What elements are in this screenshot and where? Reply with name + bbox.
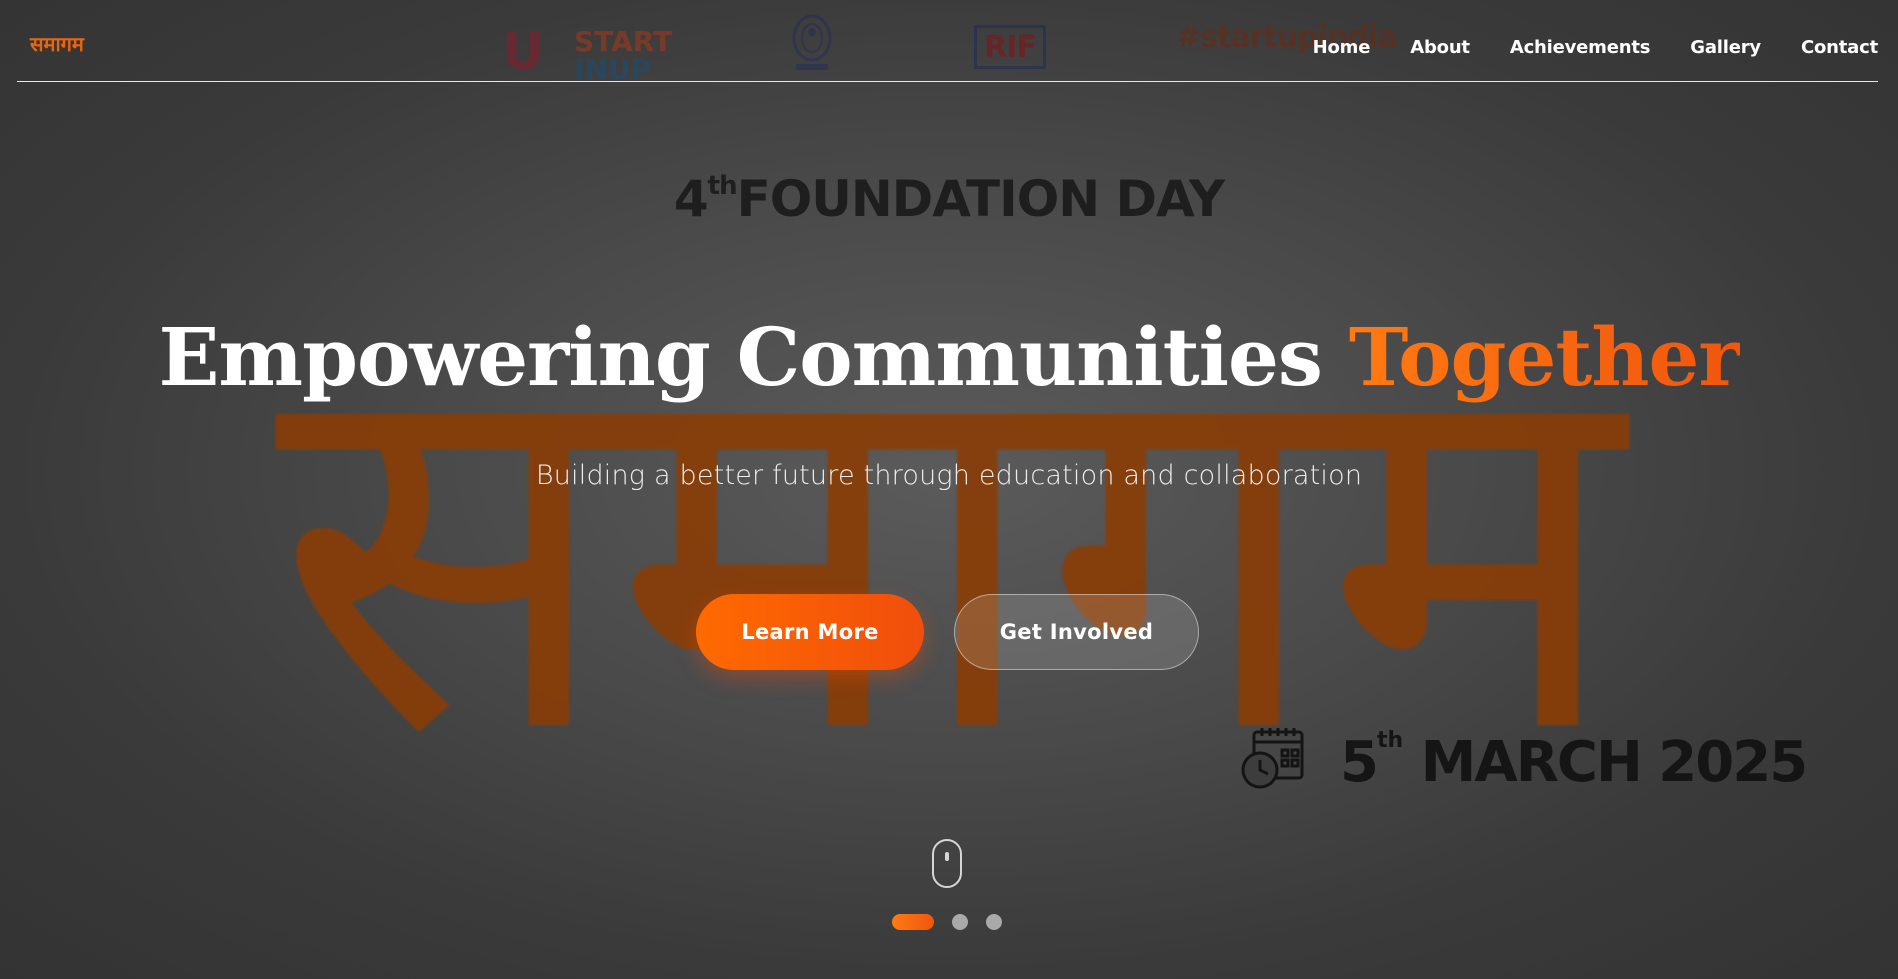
scroll-down-mouse-icon[interactable] <box>932 839 962 888</box>
nav-link-home[interactable]: Home <box>1313 37 1371 58</box>
hero-section: U START INUP RIF #startupindia 4thFOUNDA… <box>0 0 1898 979</box>
foundation-day-banner: 4thFOUNDATION DAY <box>673 170 1225 228</box>
carousel-dot-1[interactable] <box>892 914 934 930</box>
hero-title-main: Empowering Communities <box>158 310 1323 404</box>
nav-links: Home About Achievements Gallery Contact <box>1313 37 1879 58</box>
carousel-indicators <box>892 914 1002 930</box>
get-involved-button[interactable]: Get Involved <box>954 594 1199 670</box>
event-date-banner: 5th MARCH 2025 <box>1240 726 1808 796</box>
mouse-wheel <box>945 852 949 861</box>
nav-link-gallery[interactable]: Gallery <box>1690 37 1761 58</box>
carousel-dot-2[interactable] <box>952 914 968 930</box>
top-navbar: समागम Home About Achievements Gallery Co… <box>17 0 1878 82</box>
learn-more-button[interactable]: Learn More <box>696 594 924 670</box>
nav-link-about[interactable]: About <box>1410 37 1470 58</box>
brand-logo[interactable]: समागम <box>30 30 84 57</box>
nav-link-achievements[interactable]: Achievements <box>1510 37 1651 58</box>
calendar-clock-icon <box>1240 726 1306 796</box>
hero-subtitle: Building a better future through educati… <box>535 460 1363 491</box>
carousel-dot-3[interactable] <box>986 914 1002 930</box>
hero-title-accent: Together <box>1348 310 1741 404</box>
nav-link-contact[interactable]: Contact <box>1801 37 1878 58</box>
hero-title: Empowering Communities Together <box>0 313 1898 401</box>
